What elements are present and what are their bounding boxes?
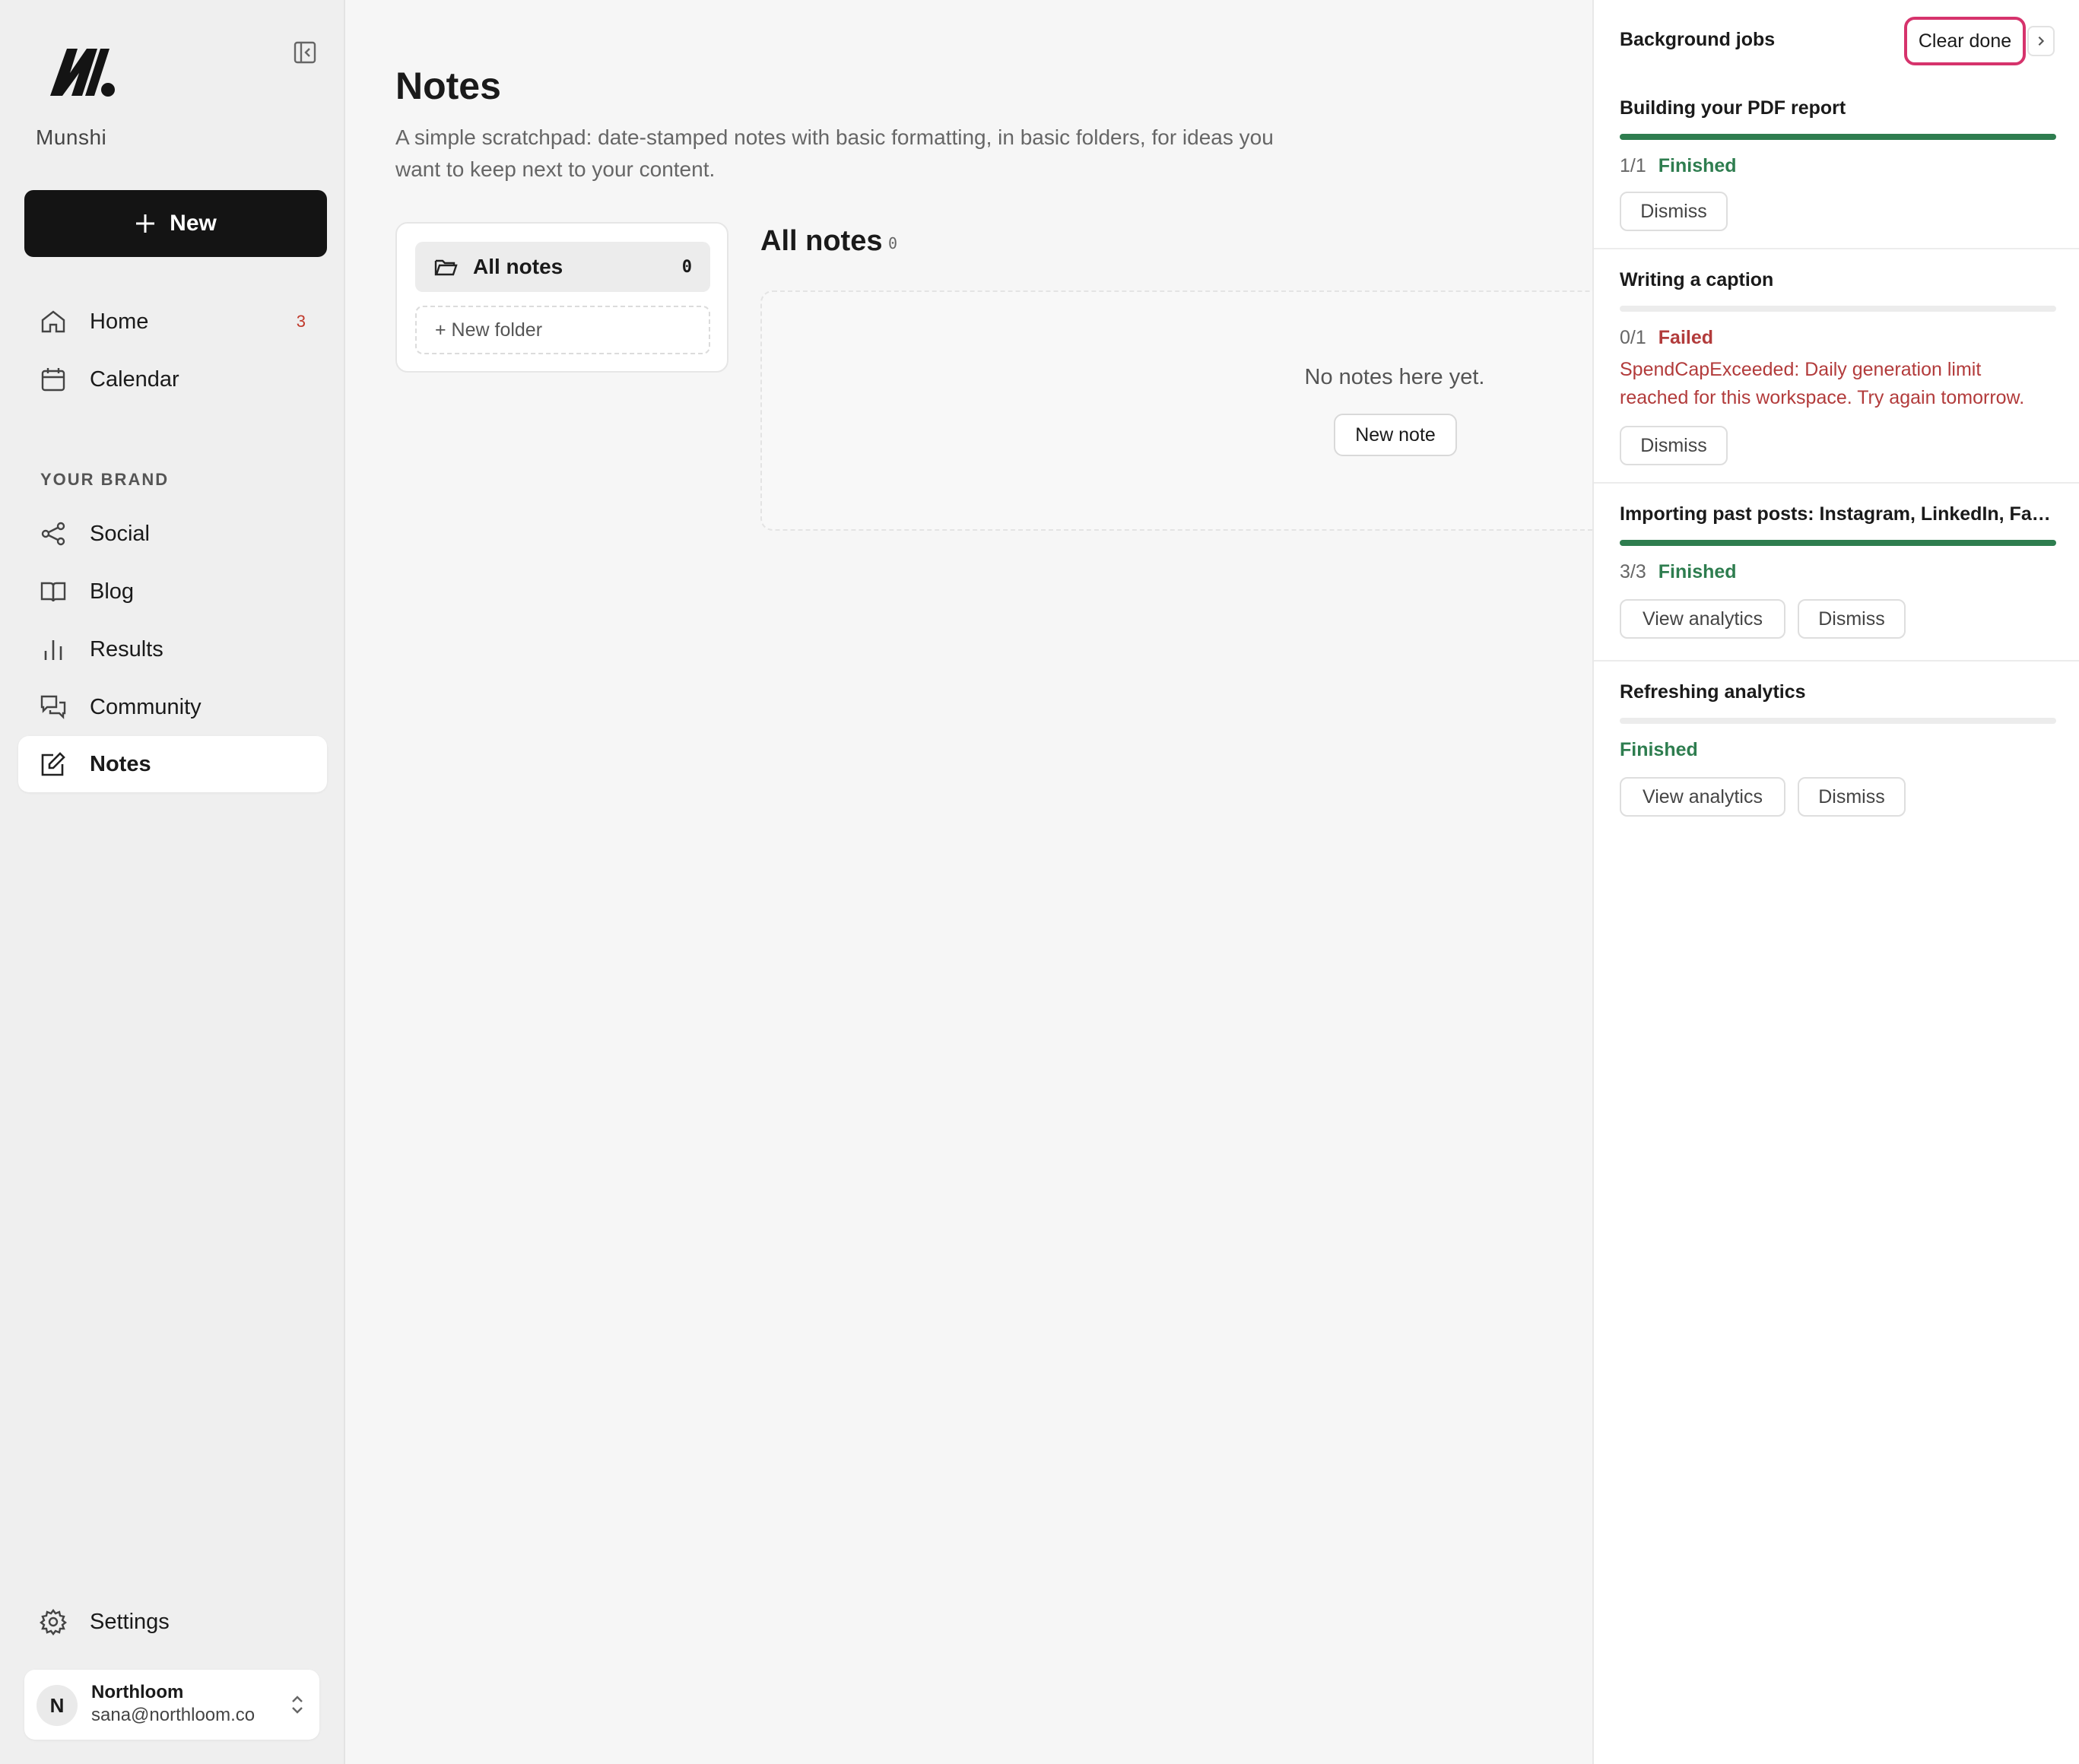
avatar: N xyxy=(37,1685,78,1726)
job-title: Importing past posts: Instagram, LinkedI… xyxy=(1620,503,2055,525)
job-item: Refreshing analytics Finished View analy… xyxy=(1594,662,2079,829)
dismiss-button[interactable]: Dismiss xyxy=(1620,192,1728,231)
book-icon xyxy=(40,578,67,605)
job-progress-bar xyxy=(1620,718,2056,724)
job-status-label: Finished xyxy=(1658,155,1737,176)
sidebar-item-label: Results xyxy=(90,636,163,662)
sidebar-item-home[interactable]: Home 3 xyxy=(18,293,327,350)
job-item: Building your PDF report 1/1 Finished Dis… xyxy=(1594,82,2079,249)
job-status: 3/3 Finished xyxy=(1620,561,1737,583)
plus-icon xyxy=(136,214,155,233)
clear-done-button[interactable]: Clear done xyxy=(1904,17,2026,65)
job-status: 1/1 Finished xyxy=(1620,155,1737,177)
jobs-panel-title: Background jobs xyxy=(1620,29,1776,50)
sidebar-item-label: Community xyxy=(90,694,202,719)
job-progress-bar xyxy=(1620,306,2056,312)
home-icon xyxy=(40,308,67,335)
notes-list-count: 0 xyxy=(888,234,898,252)
calendar-icon xyxy=(40,366,67,393)
job-count: 1/1 xyxy=(1620,155,1646,176)
account-name: Northloom xyxy=(91,1682,184,1702)
new-note-button[interactable]: New note xyxy=(1334,414,1457,456)
chat-bubbles-icon xyxy=(40,693,67,721)
job-item: Writing a caption 0/1 Failed SpendCapExce… xyxy=(1594,249,2079,484)
folder-open-icon xyxy=(434,259,458,276)
view-analytics-button[interactable]: View analytics xyxy=(1620,777,1785,817)
job-count: 0/1 xyxy=(1620,327,1646,348)
job-status-label: Finished xyxy=(1658,561,1737,582)
folders-panel: All notes 0 + New folder xyxy=(395,222,728,373)
sidebar-item-label: Social xyxy=(90,521,150,546)
sidebar: Munshi New Home 3 Calendar YOUR BRAND So… xyxy=(0,0,345,1764)
job-count: 3/3 xyxy=(1620,561,1646,582)
sidebar-item-settings[interactable]: Settings xyxy=(18,1594,327,1650)
sidebar-item-social[interactable]: Social xyxy=(18,506,327,562)
job-title: Building your PDF report xyxy=(1620,97,1846,119)
background-jobs-panel: Background jobs Clear done Building your… xyxy=(1592,0,2079,1764)
chevron-right-icon[interactable] xyxy=(2027,26,2055,56)
sidebar-item-label: Settings xyxy=(90,1609,170,1634)
job-status: Finished xyxy=(1620,739,1698,761)
sidebar-item-calendar[interactable]: Calendar xyxy=(18,351,327,408)
brand-name: Munshi xyxy=(36,125,107,149)
job-progress-bar xyxy=(1620,134,2056,140)
page-description: A simple scratchpad: date-stamped notes … xyxy=(395,125,1274,181)
new-button[interactable]: New xyxy=(24,190,327,257)
view-analytics-button[interactable]: View analytics xyxy=(1620,599,1785,639)
sidebar-item-results[interactable]: Results xyxy=(18,621,327,677)
home-badge: 3 xyxy=(296,312,306,331)
sidebar-item-blog[interactable]: Blog xyxy=(18,563,327,620)
folder-label: All notes xyxy=(473,255,563,278)
new-button-label: New xyxy=(170,211,217,236)
job-status-label: Finished xyxy=(1620,739,1698,760)
sidebar-item-notes[interactable]: Notes xyxy=(18,736,327,792)
job-item: Importing past posts: Instagram, LinkedI… xyxy=(1594,484,2079,662)
dismiss-button[interactable]: Dismiss xyxy=(1798,599,1906,639)
sidebar-item-community[interactable]: Community xyxy=(18,679,327,735)
notes-list-title: All notes xyxy=(760,225,883,257)
empty-state xyxy=(760,290,1606,531)
bar-chart-icon xyxy=(40,636,67,663)
job-error-message: SpendCapExceeded: Daily generation limit… xyxy=(1620,359,2025,408)
dismiss-button[interactable]: Dismiss xyxy=(1620,426,1728,465)
job-title: Refreshing analytics xyxy=(1620,681,1806,703)
new-folder-button[interactable]: + New folder xyxy=(415,306,710,354)
job-progress-bar xyxy=(1620,540,2056,546)
folder-count: 0 xyxy=(681,257,692,277)
gear-icon xyxy=(40,1608,67,1636)
job-status: 0/1 Failed xyxy=(1620,327,1713,349)
account-email: sana@northloom.co xyxy=(91,1705,256,1725)
munshi-logo[interactable] xyxy=(47,43,117,100)
edit-note-icon xyxy=(40,750,67,778)
sidebar-item-label: Home xyxy=(90,309,149,334)
chevron-up-down-icon xyxy=(292,1696,303,1714)
section-label-your-brand: YOUR BRAND xyxy=(40,470,170,489)
sidebar-item-label: Blog xyxy=(90,579,135,604)
dismiss-button[interactable]: Dismiss xyxy=(1798,777,1906,817)
sidebar-item-label: Notes xyxy=(90,751,151,776)
collapse-sidebar-icon[interactable] xyxy=(292,40,318,65)
job-title: Writing a caption xyxy=(1620,269,1774,290)
share-icon xyxy=(40,520,67,547)
folder-all-notes[interactable]: All notes 0 xyxy=(415,242,710,292)
sidebar-item-label: Calendar xyxy=(90,366,179,392)
page-title: Notes xyxy=(395,65,501,107)
job-status-label: Failed xyxy=(1658,327,1714,348)
account-switcher[interactable]: N Northloom sana@northloom.co xyxy=(24,1670,319,1740)
